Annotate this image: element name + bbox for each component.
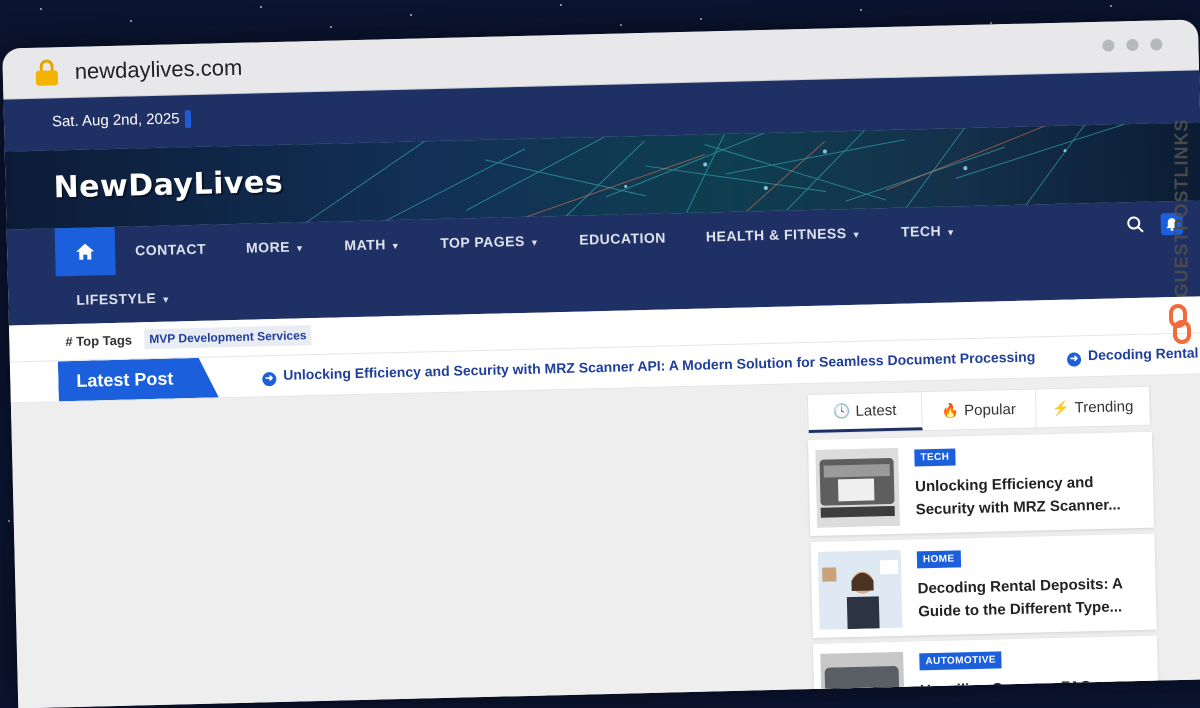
nav-label: TECH — [900, 222, 942, 240]
tab-label: Popular — [963, 400, 1017, 419]
category-badge[interactable]: HOME — [916, 550, 961, 569]
nav-label: LIFESTYLE — [76, 289, 157, 308]
caret-down-icon: ▼ — [851, 229, 862, 240]
caret-down-icon: ▼ — [529, 237, 540, 248]
nav-label: MORE — [245, 238, 291, 256]
hash-icon: # — [65, 333, 77, 350]
window-dot-icon[interactable] — [1150, 38, 1163, 51]
tab-label: Trending — [1074, 397, 1134, 417]
search-icon[interactable] — [1127, 216, 1145, 234]
post-thumbnail[interactable] — [817, 549, 903, 630]
caret-down-icon: ▼ — [294, 243, 305, 254]
clock-icon: 🕓 — [832, 402, 851, 420]
watermark-text: GUESTPOSTLINKS — [1171, 118, 1192, 298]
caret-down-icon: ▼ — [390, 240, 401, 252]
window-dot-icon[interactable] — [1102, 39, 1115, 52]
ticker-link[interactable]: Unlocking Efficiency and Security with M… — [283, 348, 1035, 382]
nav-item-more[interactable]: MORE ▼ — [226, 238, 325, 256]
top-tags-label: Top Tags — [76, 332, 133, 349]
tab-latest[interactable]: 🕓 Latest — [807, 392, 923, 434]
post-thumbnail[interactable] — [815, 447, 901, 528]
date-marker — [184, 110, 191, 129]
post-card[interactable]: HOME Decoding Rental Deposits: A Guide t… — [810, 533, 1157, 638]
website: Sat. Aug 2nd, 2025 NewDayLives CONTACT M… — [3, 70, 1200, 708]
home-button[interactable] — [54, 226, 116, 277]
link-icon — [1169, 304, 1191, 344]
bolt-icon: ⚡ — [1052, 399, 1070, 416]
tab-popular[interactable]: 🔥 Popular — [921, 389, 1037, 431]
nav-item-education[interactable]: EDUCATION — [559, 229, 686, 248]
post-thumbnail[interactable] — [820, 651, 906, 708]
tag-chip[interactable]: MVP Development Services — [144, 325, 312, 350]
nav-label: MATH — [344, 236, 387, 254]
window-controls — [1102, 38, 1163, 52]
nav-item-health-fitness[interactable]: HEALTH & FITNESS ▼ — [686, 224, 882, 245]
nav-label: CONTACT — [134, 240, 207, 259]
lock-icon — [35, 59, 59, 86]
nav-item-tech[interactable]: TECH ▼ — [881, 222, 976, 240]
home-icon — [76, 243, 95, 260]
post-title[interactable]: Unlocking Efficiency and Security with M… — [915, 470, 1136, 521]
top-tags-heading: # Top Tags — [65, 333, 132, 350]
nav-item-lifestyle[interactable]: LIFESTYLE ▼ — [56, 289, 191, 308]
nav-item-contact[interactable]: CONTACT — [115, 240, 226, 259]
watermark: GUESTPOSTLINKS — [1165, 58, 1195, 358]
url-text[interactable]: newdaylives.com — [74, 55, 242, 85]
sidebar-widget: 🕓 Latest 🔥 Popular ⚡ Trending TECH Unlockin… — [806, 385, 1160, 708]
main-content: 🕓 Latest 🔥 Popular ⚡ Trending TECH Unlockin… — [10, 374, 1200, 708]
arrow-right-icon: ➜ — [262, 372, 277, 387]
sidebar-tabs: 🕓 Latest 🔥 Popular ⚡ Trending — [806, 385, 1152, 435]
nav-item-math[interactable]: MATH ▼ — [324, 235, 420, 253]
nav-label: TOP PAGES — [440, 232, 526, 251]
tab-label: Latest — [855, 401, 897, 420]
date-text: Sat. Aug 2nd, 2025 — [51, 110, 180, 131]
arrow-right-icon: ➜ — [1066, 352, 1082, 367]
nav-item-top-pages[interactable]: TOP PAGES ▼ — [420, 232, 559, 251]
current-date: Sat. Aug 2nd, 2025 — [52, 110, 191, 131]
post-title[interactable]: Unveiling Common FAQs — [920, 674, 1140, 702]
window-dot-icon[interactable] — [1126, 38, 1139, 52]
post-title[interactable]: Decoding Rental Deposits: A Guide to the… — [917, 572, 1138, 623]
caret-down-icon: ▼ — [946, 227, 956, 238]
fire-icon: 🔥 — [941, 401, 960, 419]
latest-post-label: Latest Post — [58, 357, 219, 401]
post-card[interactable]: TECH Unlocking Efficiency and Security w… — [807, 431, 1155, 537]
category-badge[interactable]: TECH — [914, 448, 956, 467]
site-logo[interactable]: NewDayLives — [53, 165, 283, 206]
category-badge[interactable]: AUTOMOTIVE — [919, 651, 1003, 671]
nav-label: HEALTH & FITNESS — [705, 225, 847, 245]
tab-trending[interactable]: ⚡ Trending — [1035, 386, 1151, 428]
caret-down-icon: ▼ — [161, 294, 171, 305]
nav-label: EDUCATION — [579, 229, 667, 248]
browser-window: newdaylives.com Sat. Aug 2nd, 2025 NewDa… — [2, 19, 1200, 708]
post-card[interactable]: AUTOMOTIVE Unveiling Common FAQs — [812, 635, 1160, 708]
